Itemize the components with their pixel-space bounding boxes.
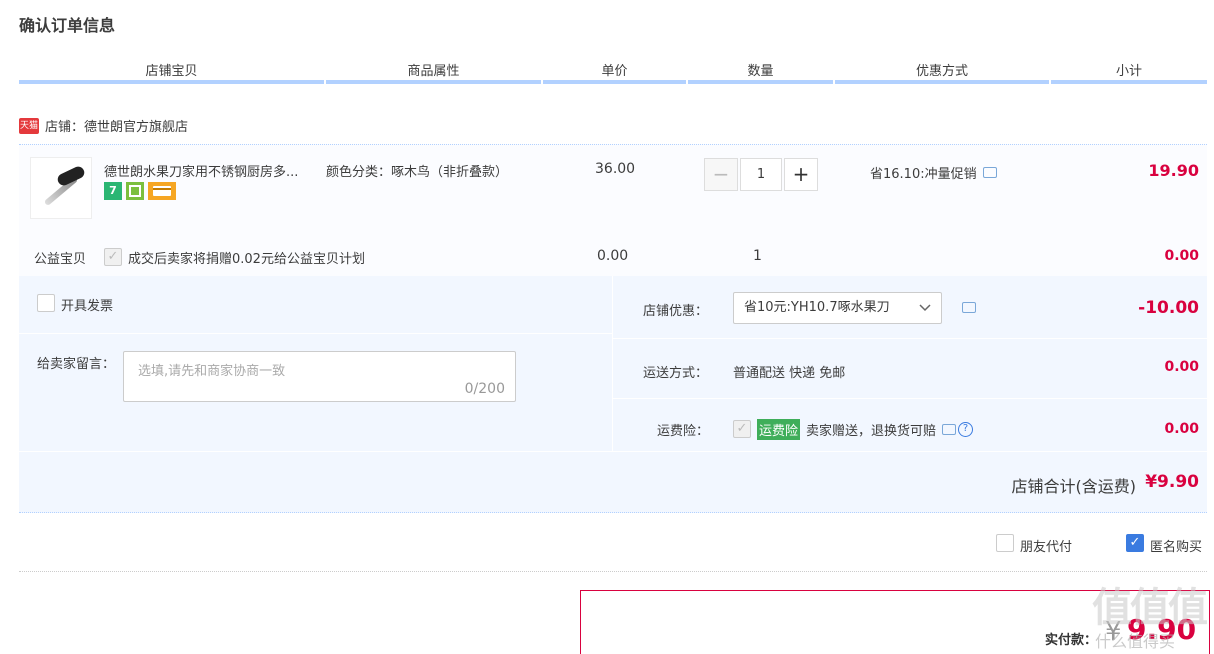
charity-qty: 1 bbox=[753, 248, 762, 264]
separator bbox=[19, 571, 1207, 572]
product-attribute: 颜色分类：啄木鸟（非折叠款） bbox=[326, 165, 509, 180]
quantity-input[interactable]: 1 bbox=[740, 158, 782, 191]
insurance-text: 卖家赠送，退换货可赔 bbox=[806, 424, 937, 439]
watermark-text: 什么值得买 bbox=[1095, 632, 1176, 651]
header-bar bbox=[19, 80, 324, 84]
column-header-unit-price: 单价 bbox=[601, 64, 628, 79]
shop-total-label: 店铺合计(含运费) bbox=[1011, 477, 1137, 496]
header-bar bbox=[1051, 80, 1207, 84]
friend-pay-checkbox[interactable] bbox=[996, 534, 1014, 552]
header-bar bbox=[543, 80, 686, 84]
quantity-increase-button[interactable]: + bbox=[784, 158, 818, 191]
shipping-label: 运送方式： bbox=[643, 366, 709, 381]
message-counter: 0/200 bbox=[464, 381, 505, 397]
promo-info: 省16.10:冲量促销 bbox=[870, 163, 997, 182]
friend-pay-label: 朋友代付 bbox=[1020, 540, 1073, 555]
divider bbox=[19, 333, 612, 334]
charity-label: 公益宝贝 bbox=[34, 252, 87, 267]
invoice-label: 开具发票 bbox=[61, 299, 114, 314]
shipping-amount: 0.00 bbox=[1164, 359, 1199, 375]
divider bbox=[613, 398, 1207, 399]
header-bar bbox=[835, 80, 1049, 84]
anonymous-label: 匿名购买 bbox=[1150, 540, 1203, 555]
tmall-icon: 天猫 bbox=[19, 117, 39, 134]
seven-day-return-icon[interactable]: 7 bbox=[104, 182, 122, 200]
unit-price: 36.00 bbox=[595, 161, 636, 177]
help-icon[interactable]: ? bbox=[958, 422, 974, 437]
service-icons: 7 bbox=[104, 182, 176, 200]
column-header-quantity: 数量 bbox=[747, 64, 774, 79]
message-label: 给卖家留言： bbox=[37, 357, 116, 372]
message-placeholder: 选填,请先和商家协商一致 bbox=[138, 364, 286, 379]
item-subtotal: 19.90 bbox=[1148, 161, 1199, 180]
shop-discount-select[interactable]: 省10元:YH10.7啄水果刀 bbox=[733, 292, 942, 324]
anonymous-checkbox[interactable]: ✓ bbox=[1126, 534, 1144, 552]
shop-name-link[interactable]: 店铺：德世朗官方旗舰店 bbox=[45, 116, 188, 135]
message-textarea[interactable]: 选填,请先和商家协商一致 0/200 bbox=[123, 351, 516, 402]
chat-icon[interactable] bbox=[962, 302, 976, 313]
shop-discount-amount: -10.00 bbox=[1138, 298, 1199, 318]
column-header-attributes: 商品属性 bbox=[407, 64, 460, 79]
column-header-discount: 优惠方式 bbox=[915, 64, 968, 79]
column-header-shop-item: 店铺宝贝 bbox=[145, 64, 198, 79]
shop-line: 天猫 店铺：德世朗官方旗舰店 bbox=[19, 116, 188, 135]
insurance-info: 运费险 卖家赠送，退换货可赔 ? bbox=[757, 419, 974, 440]
promo-text: 省16.10:冲量促销 bbox=[870, 167, 977, 182]
shop-discount-label: 店铺优惠： bbox=[643, 304, 709, 319]
charity-subtotal: 0.00 bbox=[1164, 248, 1199, 264]
charity-checkbox[interactable]: ✓ bbox=[104, 248, 122, 266]
shop-total-amount: ¥9.90 bbox=[1145, 472, 1199, 492]
product-thumbnail[interactable] bbox=[30, 157, 92, 219]
insurance-checkbox[interactable]: ✓ bbox=[733, 420, 751, 438]
product-name-link[interactable]: 德世朗水果刀家用不锈钢厨房多... bbox=[104, 161, 320, 180]
credit-card-icon[interactable] bbox=[148, 182, 176, 200]
chevron-down-icon bbox=[919, 304, 931, 312]
column-header-subtotal: 小计 bbox=[1115, 64, 1142, 79]
charity-text: 成交后卖家将捐赠0.02元给公益宝贝计划 bbox=[128, 252, 365, 267]
charity-price: 0.00 bbox=[597, 248, 629, 264]
header-bar bbox=[688, 80, 833, 84]
page-title: 确认订单信息 bbox=[19, 16, 116, 35]
pay-label: 实付款： bbox=[1045, 633, 1098, 648]
shipping-value: 普通配送 快递 免邮 bbox=[733, 366, 846, 381]
chat-icon[interactable] bbox=[982, 167, 997, 178]
shop-discount-value: 省10元:YH10.7啄水果刀 bbox=[744, 300, 890, 315]
insurance-tag: 运费险 bbox=[757, 419, 801, 440]
divider bbox=[613, 338, 1207, 339]
header-bar bbox=[326, 80, 541, 84]
watermark: 值值值 bbox=[1092, 585, 1208, 631]
insurance-amount: 0.00 bbox=[1164, 421, 1199, 437]
divider bbox=[612, 276, 613, 451]
chat-icon[interactable] bbox=[942, 424, 957, 435]
quantity-decrease-button[interactable]: − bbox=[704, 158, 738, 191]
invoice-checkbox[interactable] bbox=[37, 294, 55, 312]
insurance-label: 运费险： bbox=[657, 424, 710, 439]
guarantee-icon[interactable] bbox=[126, 182, 144, 200]
divider bbox=[19, 451, 1207, 452]
